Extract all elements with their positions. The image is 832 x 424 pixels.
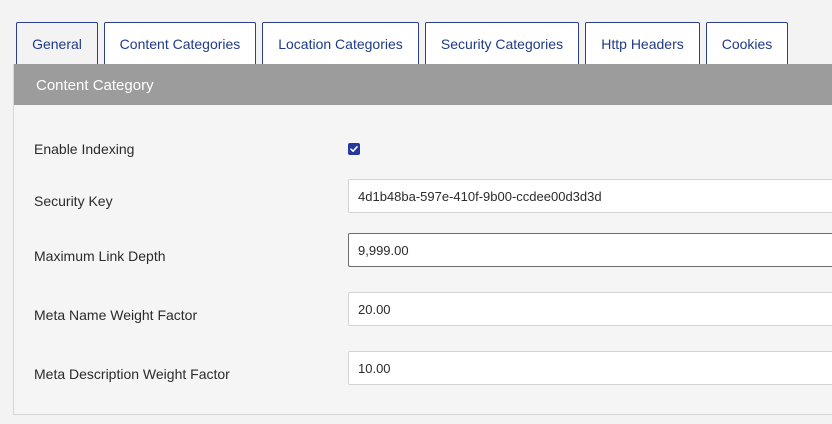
- tab-content-categories[interactable]: Content Categories: [104, 22, 256, 64]
- meta-desc-weight-input[interactable]: [348, 351, 832, 385]
- panel-title: Content Category: [14, 64, 832, 105]
- checkmark-icon: [350, 146, 358, 152]
- tab-security-categories[interactable]: Security Categories: [425, 22, 579, 64]
- tab-general[interactable]: General: [16, 22, 98, 64]
- tab-cookies[interactable]: Cookies: [706, 22, 788, 64]
- max-link-depth-label: Maximum Link Depth: [34, 248, 166, 264]
- security-key-input[interactable]: [348, 179, 832, 213]
- tab-location-categories[interactable]: Location Categories: [262, 22, 419, 64]
- max-link-depth-input[interactable]: [348, 233, 832, 267]
- meta-name-weight-label: Meta Name Weight Factor: [34, 307, 198, 323]
- enable-indexing-checkbox[interactable]: [348, 143, 360, 155]
- settings-page: General Content Categories Location Cate…: [0, 0, 832, 424]
- meta-desc-weight-label: Meta Description Weight Factor: [34, 366, 230, 382]
- tab-http-headers[interactable]: Http Headers: [585, 22, 700, 64]
- tab-bar: General Content Categories Location Cate…: [0, 0, 832, 65]
- enable-indexing-label: Enable Indexing: [34, 141, 135, 157]
- security-key-label: Security Key: [34, 193, 113, 209]
- meta-name-weight-input[interactable]: [348, 292, 832, 326]
